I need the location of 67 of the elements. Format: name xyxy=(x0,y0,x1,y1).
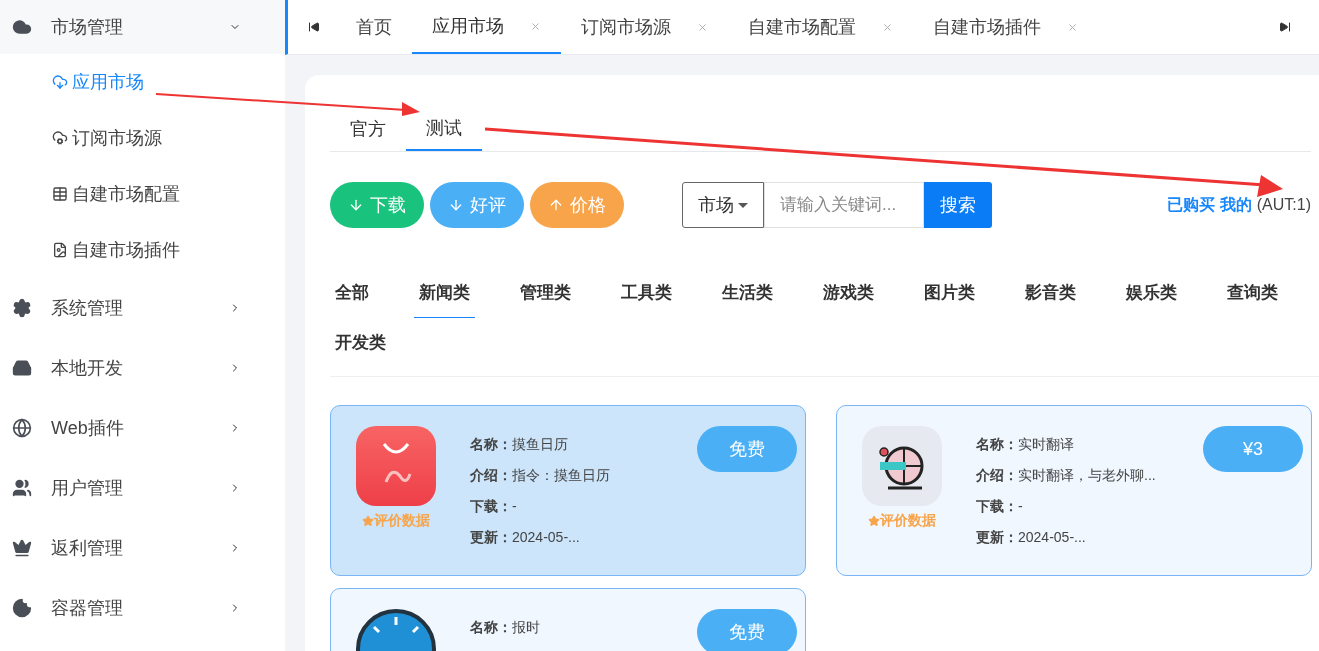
close-icon[interactable] xyxy=(697,21,708,33)
search-button[interactable]: 搜索 xyxy=(924,182,992,228)
sidebar-item[interactable]: 自建市场配置 xyxy=(0,166,285,222)
tab[interactable]: 订阅市场源 xyxy=(561,0,728,54)
menu-item-icon xyxy=(52,130,68,146)
app-card[interactable]: 名称：报时 免费 xyxy=(330,588,806,651)
sidebar-group[interactable]: Web插件 xyxy=(0,398,285,458)
category-tab[interactable]: 开发类 xyxy=(330,318,391,368)
group-icon xyxy=(12,358,32,378)
menu-item-icon xyxy=(52,74,68,90)
group-icon xyxy=(12,298,32,318)
sidebar-group[interactable]: 用户管理 xyxy=(0,458,285,518)
nav-link[interactable]: 我的 xyxy=(1219,193,1252,217)
app-info-line: 下载：- xyxy=(976,497,1023,516)
app-info-line: 介绍：指令：摸鱼日历 xyxy=(470,466,610,485)
sidebar-group[interactable]: 系统管理 xyxy=(0,278,285,338)
app-info-line: 介绍：实时翻译，与老外聊... xyxy=(976,466,1156,485)
aut-count: (AUT:1) xyxy=(1256,195,1311,215)
group-icon xyxy=(12,538,32,558)
source-tab[interactable]: 官方 xyxy=(330,107,406,151)
app-info-line: 下载：- xyxy=(470,497,517,516)
scope-dropdown[interactable]: 市场 xyxy=(682,182,764,228)
app-info-line: 名称：报时 xyxy=(470,618,540,637)
tab[interactable]: 自建市场插件 xyxy=(913,0,1098,54)
category-tab[interactable]: 影音类 xyxy=(1020,268,1081,318)
tab[interactable]: 应用市场 xyxy=(412,0,561,54)
category-tab[interactable]: 图片类 xyxy=(919,268,980,318)
app-info-line: 名称：摸鱼日历 xyxy=(470,435,568,454)
app-info-line: 名称：实时翻译 xyxy=(976,435,1074,454)
star-icon xyxy=(362,514,374,527)
globe-app-icon xyxy=(862,426,942,506)
category-tab[interactable]: 娱乐类 xyxy=(1121,268,1182,318)
close-icon[interactable] xyxy=(1067,21,1078,33)
close-icon[interactable] xyxy=(882,21,893,33)
tab[interactable]: 自建市场配置 xyxy=(728,0,913,54)
category-tab[interactable]: 游戏类 xyxy=(818,268,879,318)
app-info-line: 更新：2024-05-... xyxy=(976,528,1086,547)
sidebar-item[interactable]: 自建市场插件 xyxy=(0,222,285,278)
tab[interactable]: 首页 xyxy=(336,0,412,54)
sidebar-group[interactable]: 本地开发 xyxy=(0,338,285,398)
menu-item-icon xyxy=(52,242,68,258)
star-icon xyxy=(868,514,880,527)
category-tab[interactable]: 工具类 xyxy=(616,268,677,318)
arrow-up-icon xyxy=(548,197,564,213)
category-tab[interactable]: 管理类 xyxy=(515,268,576,318)
close-icon[interactable] xyxy=(530,20,541,32)
sidebar-group[interactable]: 市场管理 xyxy=(0,0,285,54)
category-tab[interactable]: 新闻类 xyxy=(414,268,475,318)
scroll-right-icon[interactable] xyxy=(1279,21,1291,33)
category-tab[interactable]: 生活类 xyxy=(717,268,778,318)
group-icon xyxy=(12,478,32,498)
nav-link[interactable]: 已购买 xyxy=(1166,193,1215,217)
scroll-left-icon[interactable] xyxy=(308,21,320,33)
group-icon xyxy=(12,418,32,438)
caret-icon xyxy=(738,202,748,208)
sidebar-group[interactable]: 容器管理 xyxy=(0,578,285,638)
shopping-bag-app-icon xyxy=(356,426,436,506)
group-icon xyxy=(12,17,32,37)
category-tab[interactable]: 全部 xyxy=(330,268,374,318)
keyword-input-field[interactable]: 请输入关键词... xyxy=(764,182,924,228)
sidebar-group[interactable]: 返利管理 xyxy=(0,518,285,578)
sidebar-item[interactable]: 订阅市场源 xyxy=(0,110,285,166)
menu-item-icon xyxy=(52,186,68,202)
sidebar-item[interactable]: 应用市场 xyxy=(0,54,285,110)
group-icon xyxy=(12,598,32,618)
category-tab[interactable]: 查询类 xyxy=(1222,268,1283,318)
app-info-line: 更新：2024-05-... xyxy=(470,528,580,547)
